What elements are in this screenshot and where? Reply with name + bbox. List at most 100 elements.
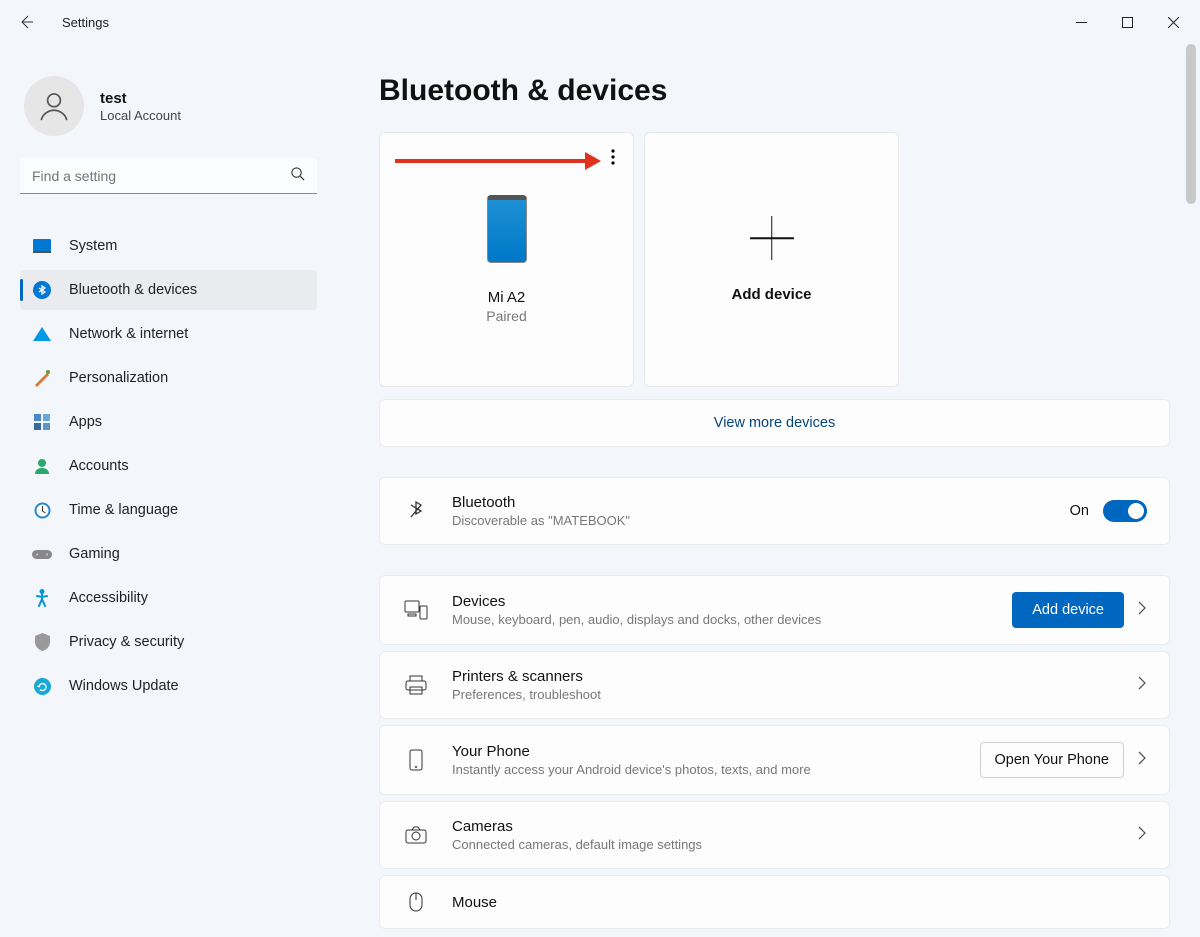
scrollbar[interactable] [1186,44,1196,933]
maximize-icon [1122,17,1133,28]
sidebar: test Local Account System Bluetooth & de… [0,44,335,937]
nav-list: System Bluetooth & devices Network & int… [20,222,327,710]
mouse-icon [402,892,430,912]
bluetooth-outline-icon [402,499,430,523]
nav-accessibility[interactable]: Accessibility [20,578,317,618]
arrow-left-icon [18,14,34,30]
time-icon [32,500,52,520]
open-your-phone-button[interactable]: Open Your Phone [980,742,1125,778]
nav-label: System [69,238,117,254]
device-more-button[interactable] [607,145,619,174]
nav-network[interactable]: Network & internet [20,314,317,354]
avatar [24,76,84,136]
user-info: test Local Account [100,90,181,123]
back-button[interactable] [4,0,48,44]
chevron-right-icon [1138,826,1147,845]
close-icon [1168,17,1179,28]
app-title: Settings [62,15,109,30]
search-box [20,158,317,194]
row-sub: Discoverable as "MATEBOOK" [452,513,1070,528]
nav-label: Accounts [69,458,129,474]
nav-label: Gaming [69,546,120,562]
nav-time[interactable]: Time & language [20,490,317,530]
user-block[interactable]: test Local Account [24,76,327,136]
close-button[interactable] [1150,6,1196,38]
nav-privacy[interactable]: Privacy & security [20,622,317,662]
row-sub: Instantly access your Android device's p… [452,762,980,777]
accounts-icon [32,456,52,476]
update-icon [32,676,52,696]
row-printers[interactable]: Printers & scanners Preferences, trouble… [379,651,1170,719]
phone-outline-icon [402,749,430,771]
row-devices[interactable]: Devices Mouse, keyboard, pen, audio, dis… [379,575,1170,645]
row-sub: Connected cameras, default image setting… [452,837,1138,852]
chevron-right-icon [1138,676,1147,695]
nav-label: Time & language [69,502,178,518]
add-device-tile[interactable]: Add device [644,132,899,387]
row-your-phone[interactable]: Your Phone Instantly access your Android… [379,725,1170,795]
devices-icon [402,600,430,620]
search-input[interactable] [20,158,317,194]
plus-icon [750,216,794,260]
row-title: Devices [452,593,1012,610]
nav-label: Accessibility [69,590,148,606]
accessibility-icon [32,588,52,608]
titlebar: Settings [0,0,1200,44]
network-icon [32,324,52,344]
camera-icon [402,826,430,844]
add-device-label: Add device [731,286,811,303]
nav-label: Personalization [69,370,168,386]
nav-label: Bluetooth & devices [69,282,197,298]
chevron-right-icon [1138,751,1147,770]
device-status: Paired [486,308,526,324]
nav-gaming[interactable]: Gaming [20,534,317,574]
chevron-right-icon [1138,601,1147,620]
nav-accounts[interactable]: Accounts [20,446,317,486]
nav-label: Apps [69,414,102,430]
nav-system[interactable]: System [20,226,317,266]
page-title: Bluetooth & devices [379,74,1170,108]
row-title: Mouse [452,894,1147,911]
bluetooth-toggle[interactable] [1103,500,1147,522]
row-title: Your Phone [452,743,980,760]
maximize-button[interactable] [1104,6,1150,38]
row-sub: Preferences, troubleshoot [452,687,1138,702]
user-sub: Local Account [100,108,181,123]
gaming-icon [32,544,52,564]
printer-icon [402,675,430,695]
privacy-icon [32,632,52,652]
minimize-icon [1076,17,1087,28]
row-sub: Mouse, keyboard, pen, audio, displays an… [452,612,1012,627]
row-mouse[interactable]: Mouse [379,875,1170,929]
more-vertical-icon [611,149,615,165]
row-title: Printers & scanners [452,668,1138,685]
scrollbar-thumb[interactable] [1186,44,1196,204]
apps-icon [32,412,52,432]
device-name: Mi A2 [488,289,526,306]
row-bluetooth: Bluetooth Discoverable as "MATEBOOK" On [379,477,1170,545]
phone-icon [487,195,527,263]
nav-apps[interactable]: Apps [20,402,317,442]
toggle-state: On [1070,503,1089,519]
device-tile[interactable]: Mi A2 Paired [379,132,634,387]
personalization-icon [32,368,52,388]
bluetooth-icon [32,280,52,300]
nav-label: Network & internet [69,326,188,342]
nav-update[interactable]: Windows Update [20,666,317,706]
add-device-button[interactable]: Add device [1012,592,1124,628]
nav-bluetooth[interactable]: Bluetooth & devices [20,270,317,310]
row-cameras[interactable]: Cameras Connected cameras, default image… [379,801,1170,869]
view-more-devices[interactable]: View more devices [379,399,1170,447]
nav-label: Windows Update [69,678,179,694]
main-content: Bluetooth & devices Mi A2 Paired Add dev… [335,44,1200,937]
user-name: test [100,90,181,107]
minimize-button[interactable] [1058,6,1104,38]
row-title: Cameras [452,818,1138,835]
nav-label: Privacy & security [69,634,184,650]
device-tiles: Mi A2 Paired Add device [379,132,1170,387]
system-icon [32,236,52,256]
search-icon [290,166,305,186]
window-controls [1058,6,1196,38]
nav-personalization[interactable]: Personalization [20,358,317,398]
person-icon [37,89,71,123]
